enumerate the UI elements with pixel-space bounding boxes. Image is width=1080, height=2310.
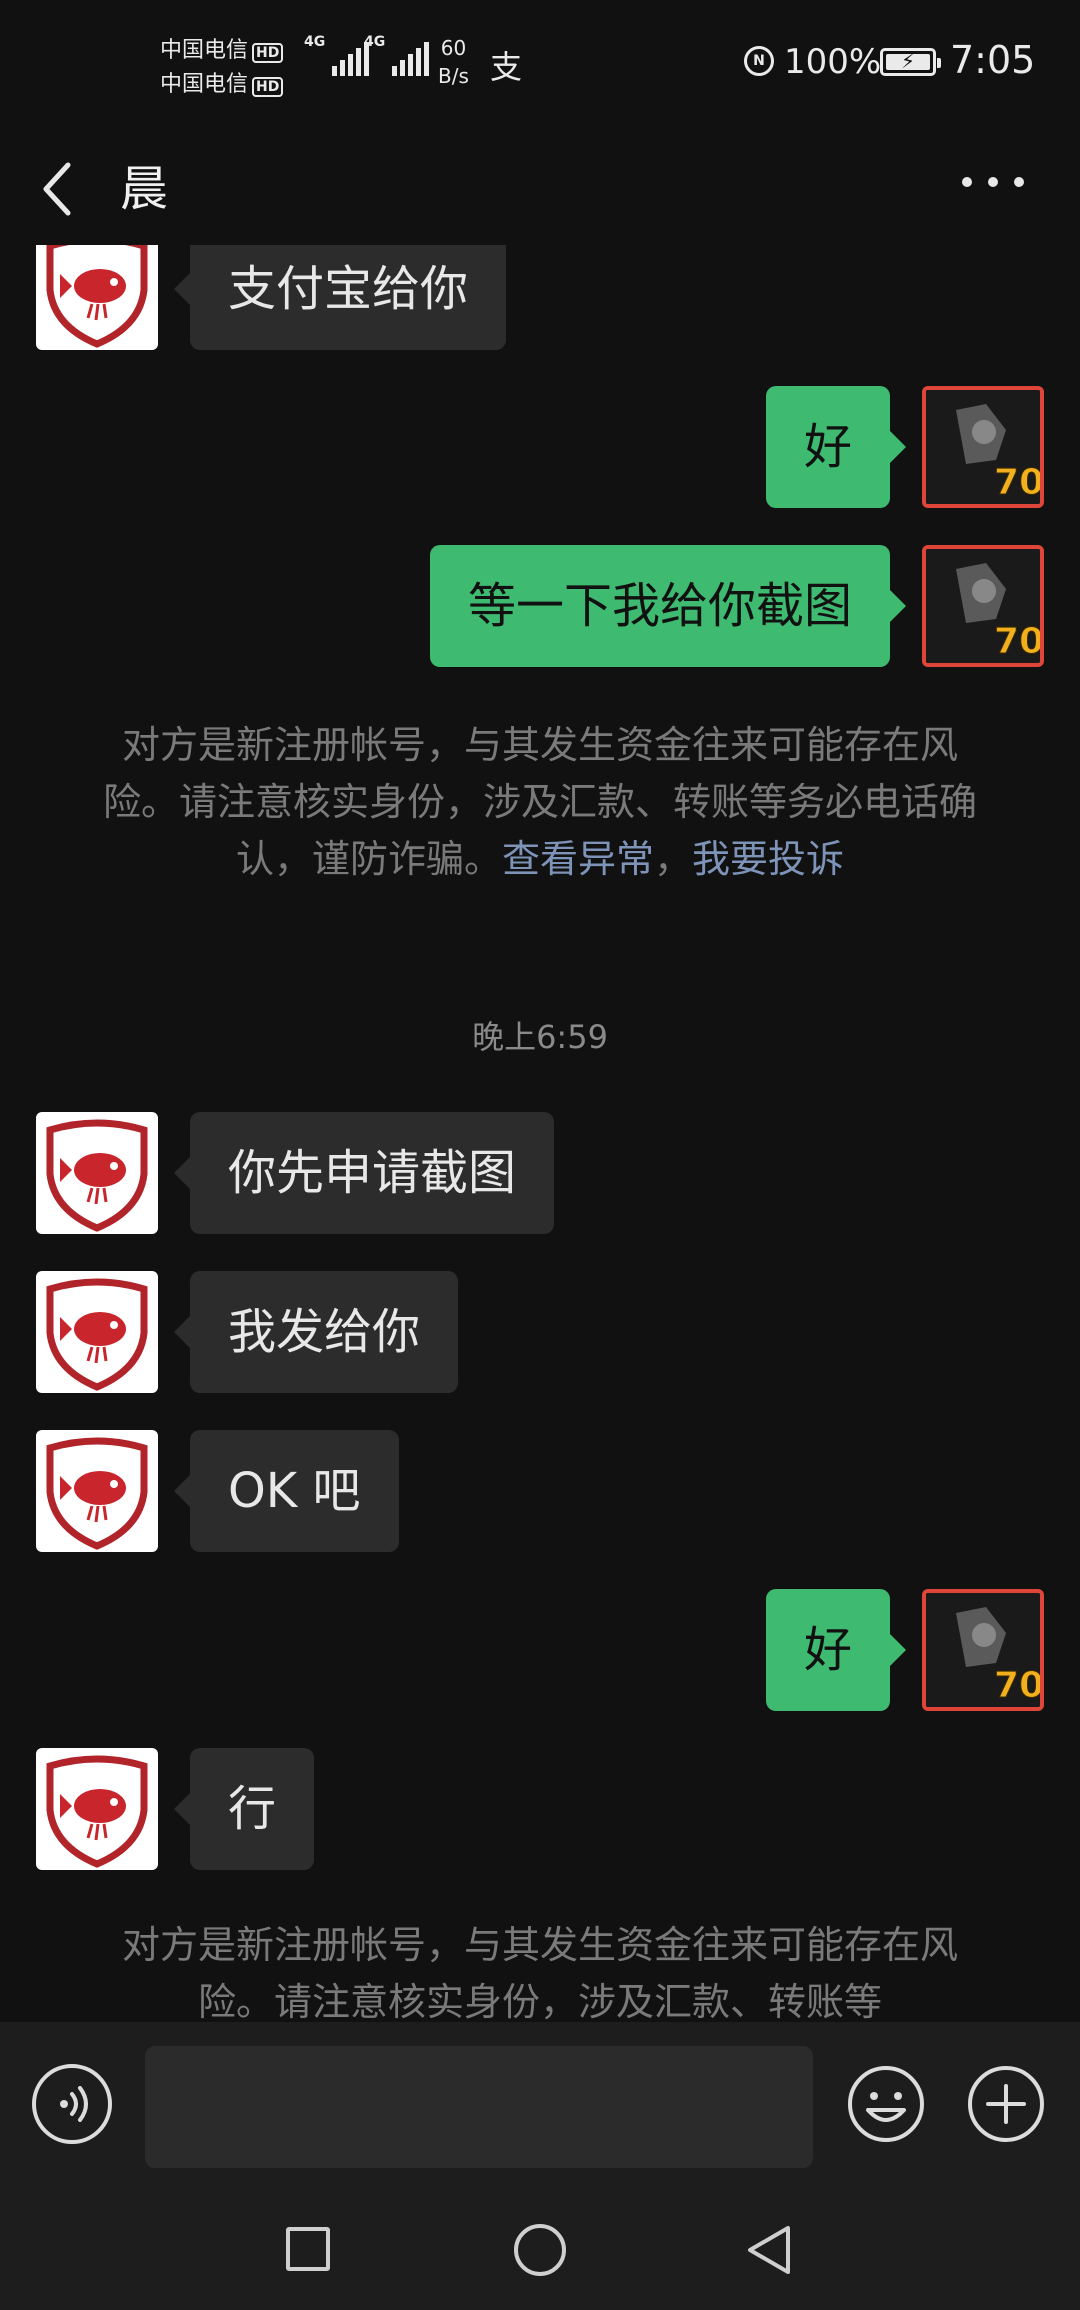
message-bubble[interactable]: 我发给你 [173, 1271, 459, 1393]
message-bubble[interactable]: OK 吧 [174, 1430, 399, 1552]
chevron-left-icon [43, 162, 71, 216]
message-timestamp: 晚上6:59 [472, 1018, 608, 1056]
message-row: 我发给你 [36, 1271, 459, 1393]
my-avatar[interactable]: 70 [922, 1589, 1044, 1711]
message-row: 你先申请截图 [36, 1112, 555, 1234]
emoji-icon [848, 2066, 924, 2142]
home-icon[interactable] [514, 2224, 566, 2276]
chat-header: 晨 [0, 125, 1080, 245]
contact-avatar[interactable] [36, 245, 158, 350]
message-bubble[interactable]: 支付宝给你 [173, 245, 507, 350]
battery-icon: ⚡ [880, 48, 941, 76]
back-triangle-icon[interactable] [744, 2222, 794, 2278]
svg-text:70: 70 [994, 621, 1040, 662]
status-bar: 中国电信 HD 中国电信 HD 4G 4G 60 B/s 支 N 100% ⚡ 7:… [0, 0, 1080, 125]
emoji-button[interactable] [846, 2064, 926, 2144]
message-bubble[interactable]: 等一下我给你截图 [429, 545, 907, 667]
chat-title: 晨 [120, 161, 169, 217]
carrier-1-label: 中国电信 [160, 38, 249, 63]
signal-2-icon: 4G [364, 34, 429, 76]
message-row: 支付宝给你 [36, 245, 507, 350]
message-list[interactable]: 支付宝给你 好 70 等一下我给你截图 70 对方是新注册帐号，与其发生资金往来 [0, 245, 1080, 2022]
view-anomaly-link[interactable]: 查看异常 [502, 837, 654, 881]
network-speed-value: 60 [440, 36, 467, 60]
voice-icon [60, 2086, 88, 2122]
network-speed: 60 B/s [438, 34, 469, 90]
message-bubble[interactable]: 行 [173, 1748, 315, 1870]
carrier-2-label: 中国电信 [160, 72, 249, 97]
carrier-1: 中国电信 HD [160, 32, 284, 64]
carrier-2: 中国电信 HD [160, 66, 284, 98]
svg-text:70: 70 [994, 1665, 1040, 1706]
contact-avatar[interactable] [36, 1748, 158, 1870]
message-row: 行 [36, 1748, 315, 1870]
contact-avatar[interactable] [36, 1112, 158, 1234]
more-functions-button[interactable] [966, 2064, 1046, 2144]
message-row: OK 吧 [36, 1430, 399, 1552]
clock: 7:05 [950, 38, 1036, 82]
network-speed-unit: B/s [438, 64, 469, 88]
my-avatar[interactable]: 70 [922, 386, 1044, 508]
message-input[interactable] [145, 2046, 813, 2168]
message-bubble[interactable]: 好 [765, 1589, 907, 1711]
security-warning-notice: 对方是新注册帐号，与其发生资金往来可能存在风险。请注意核实身份，涉及汇款、转账等… [100, 717, 980, 888]
recent-apps-icon[interactable] [286, 2227, 330, 2271]
notice-separator: ， [654, 837, 693, 881]
security-warning-text: 对方是新注册帐号，与其发生资金往来可能存在风险。请注意核实身份，涉及汇款、转账等 [121, 1923, 958, 2022]
svg-text:70: 70 [994, 462, 1040, 503]
hd-badge: HD [252, 43, 284, 63]
input-bar [0, 2022, 1080, 2192]
security-warning-notice: 对方是新注册帐号，与其发生资金往来可能存在风险。请注意核实身份，涉及汇款、转账等 [100, 1917, 980, 2022]
network-2-label: 4G [364, 34, 386, 50]
contact-avatar[interactable] [36, 1430, 158, 1552]
battery-percent: 100% [784, 42, 882, 82]
more-button[interactable] [958, 157, 1028, 207]
message-row: 好 70 [765, 1589, 1044, 1711]
network-1-label: 4G [304, 34, 326, 50]
voice-button[interactable] [32, 2064, 112, 2144]
alipay-icon: 支 [490, 48, 523, 86]
contact-avatar[interactable] [36, 1271, 158, 1393]
nfc-icon: N [744, 46, 774, 76]
hd-badge: HD [252, 77, 284, 97]
message-bubble[interactable]: 你先申请截图 [173, 1112, 555, 1234]
plus-icon [968, 2066, 1044, 2142]
more-dots-icon [962, 177, 1024, 187]
message-bubble[interactable]: 好 [765, 386, 907, 508]
my-avatar[interactable]: 70 [922, 545, 1044, 667]
message-row: 等一下我给你截图 70 [429, 545, 1044, 667]
message-row: 好 70 [765, 386, 1044, 508]
report-complaint-link[interactable]: 我要投诉 [692, 837, 844, 881]
system-nav-bar [0, 2192, 1080, 2310]
back-button[interactable] [30, 143, 90, 223]
